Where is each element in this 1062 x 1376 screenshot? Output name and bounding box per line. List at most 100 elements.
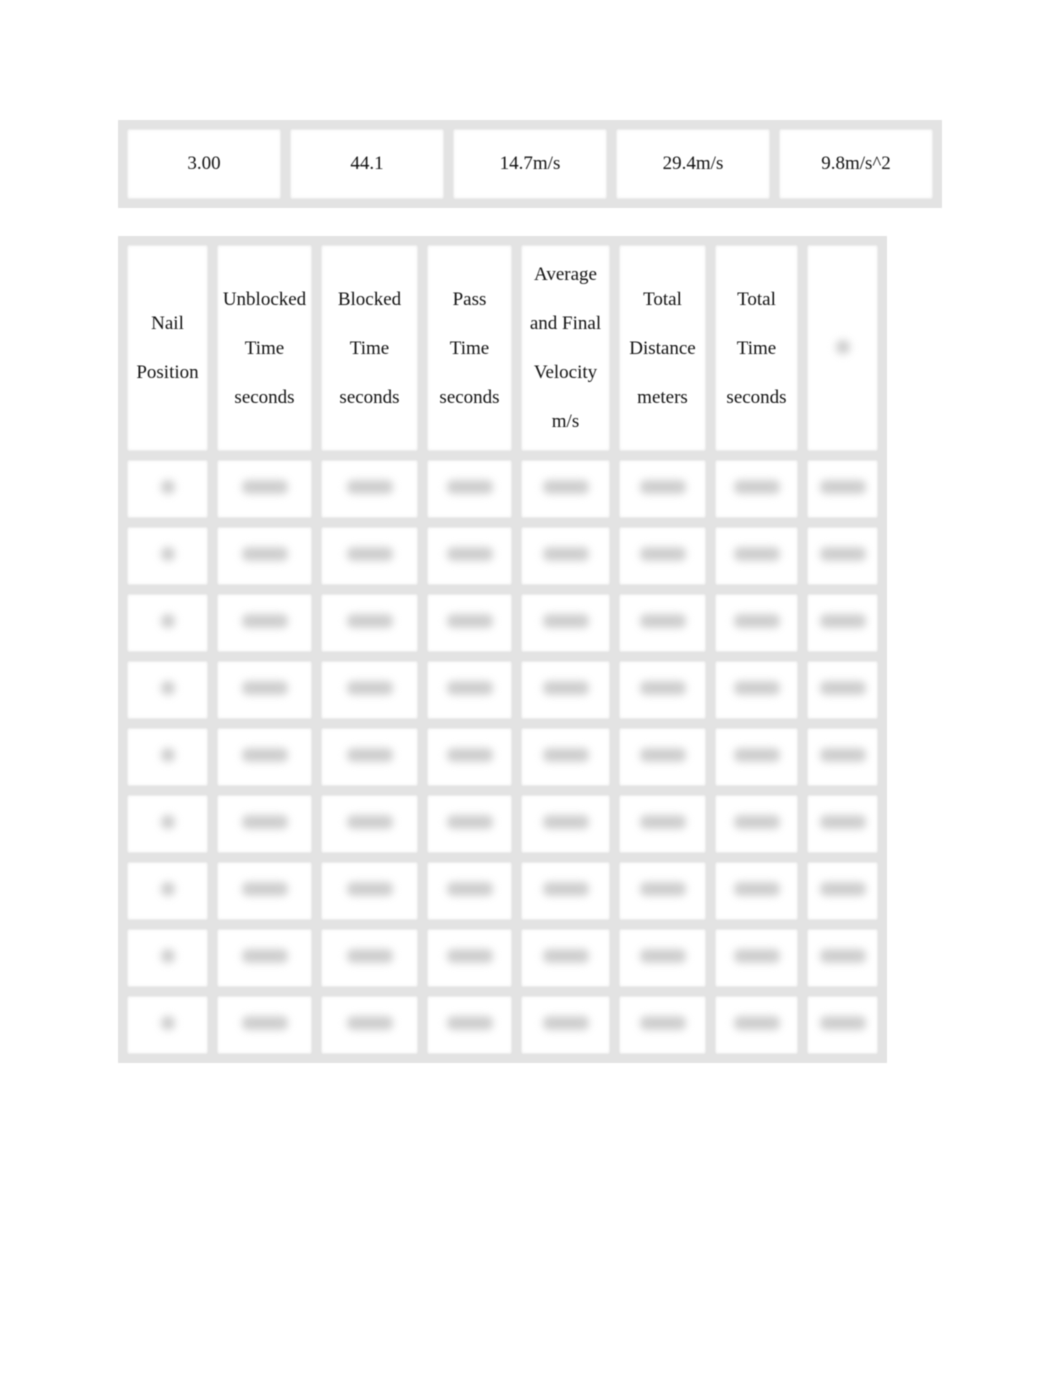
redacted-text [639, 748, 686, 762]
header-line: Time [349, 337, 390, 359]
redacted-text [446, 1016, 493, 1030]
redacted-text [160, 547, 175, 561]
table-cell [418, 920, 521, 996]
table-cell [706, 518, 807, 594]
redacted-text [639, 614, 686, 628]
table-cell [512, 987, 619, 1063]
redacted-text [819, 882, 866, 896]
header-line: Time [449, 337, 490, 359]
redacted-text [733, 815, 780, 829]
redacted-text [346, 882, 393, 896]
header-line: seconds [339, 386, 400, 408]
table-cell [312, 786, 427, 862]
redacted-text [241, 882, 288, 896]
table-cell [610, 518, 715, 594]
table-cell [208, 987, 321, 1063]
table-cell [610, 920, 715, 996]
table-cell [512, 585, 619, 661]
redacted-text [819, 815, 866, 829]
table-cell [706, 853, 807, 929]
redacted-text [346, 614, 393, 628]
redacted-text [733, 480, 780, 494]
redacted-text [542, 547, 589, 561]
redacted-text [639, 681, 686, 695]
redacted-text [542, 949, 589, 963]
redacted-text [733, 882, 780, 896]
table-cell [312, 652, 427, 728]
table-cell [798, 719, 887, 795]
summary-cell: 44.1 [281, 120, 453, 208]
redacted-text [639, 882, 686, 896]
table-cell [512, 451, 619, 527]
table-row [118, 786, 887, 862]
redacted-text [446, 882, 493, 896]
redacted-text [819, 614, 866, 628]
table-cell [706, 585, 807, 661]
table-cell [208, 652, 321, 728]
table-cell [798, 585, 887, 661]
redacted-text [241, 480, 288, 494]
table-cell [418, 719, 521, 795]
redacted-text [819, 480, 866, 494]
redacted-text [819, 949, 866, 963]
redacted-text [639, 480, 686, 494]
column-header: Pass Time seconds [418, 236, 521, 460]
column-header: Average and Final Velocity m/s [512, 236, 619, 460]
redacted-text [733, 748, 780, 762]
table-cell [610, 987, 715, 1063]
summary-row: 3.00 44.1 14.7m/s 29.4m/s 9.8m/s^2 [118, 120, 942, 208]
table-cell [798, 652, 887, 728]
header-line: Nail [151, 313, 184, 334]
redacted-text [446, 949, 493, 963]
redacted-text [733, 949, 780, 963]
table-cell [610, 652, 715, 728]
redacted-text [160, 681, 175, 695]
table-cell [118, 585, 217, 661]
redacted-text [346, 748, 393, 762]
header-line: Distance [629, 337, 696, 359]
header-line: Total [737, 288, 776, 310]
table-cell [208, 585, 321, 661]
redacted-text [819, 681, 866, 695]
redacted-text [346, 547, 393, 561]
table-row [118, 920, 887, 996]
redacted-text [446, 815, 493, 829]
redacted-text [542, 614, 589, 628]
summary-cell: 9.8m/s^2 [770, 120, 942, 208]
redacted-text [241, 614, 288, 628]
column-header [798, 236, 887, 460]
redacted-text [160, 748, 175, 762]
redacted-text [160, 480, 175, 494]
redacted-text [835, 339, 850, 354]
redacted-text [241, 815, 288, 829]
redacted-text [733, 681, 780, 695]
table-cell [118, 451, 217, 527]
table-cell [312, 987, 427, 1063]
redacted-text [542, 815, 589, 829]
table-cell [418, 518, 521, 594]
table-row [118, 719, 887, 795]
table-cell [610, 451, 715, 527]
redacted-text [639, 1016, 686, 1030]
table-cell [118, 652, 217, 728]
redacted-text [241, 1016, 288, 1030]
summary-cell: 3.00 [118, 120, 290, 208]
redacted-text [241, 949, 288, 963]
table-cell [418, 451, 521, 527]
redacted-text [819, 748, 866, 762]
redacted-text [542, 748, 589, 762]
header-line: seconds [726, 386, 787, 408]
table-cell [512, 853, 619, 929]
table-cell [610, 719, 715, 795]
redacted-text [542, 1016, 589, 1030]
column-header: Total Distance meters [610, 236, 715, 460]
table-row [118, 853, 887, 929]
table-cell [610, 853, 715, 929]
redacted-text [346, 480, 393, 494]
redacted-text [542, 480, 589, 494]
summary-cell: 14.7m/s [444, 120, 616, 208]
redacted-text [241, 681, 288, 695]
column-header: Nail Position [118, 236, 217, 460]
column-header: Blocked Time seconds [312, 236, 427, 460]
table-cell [312, 518, 427, 594]
